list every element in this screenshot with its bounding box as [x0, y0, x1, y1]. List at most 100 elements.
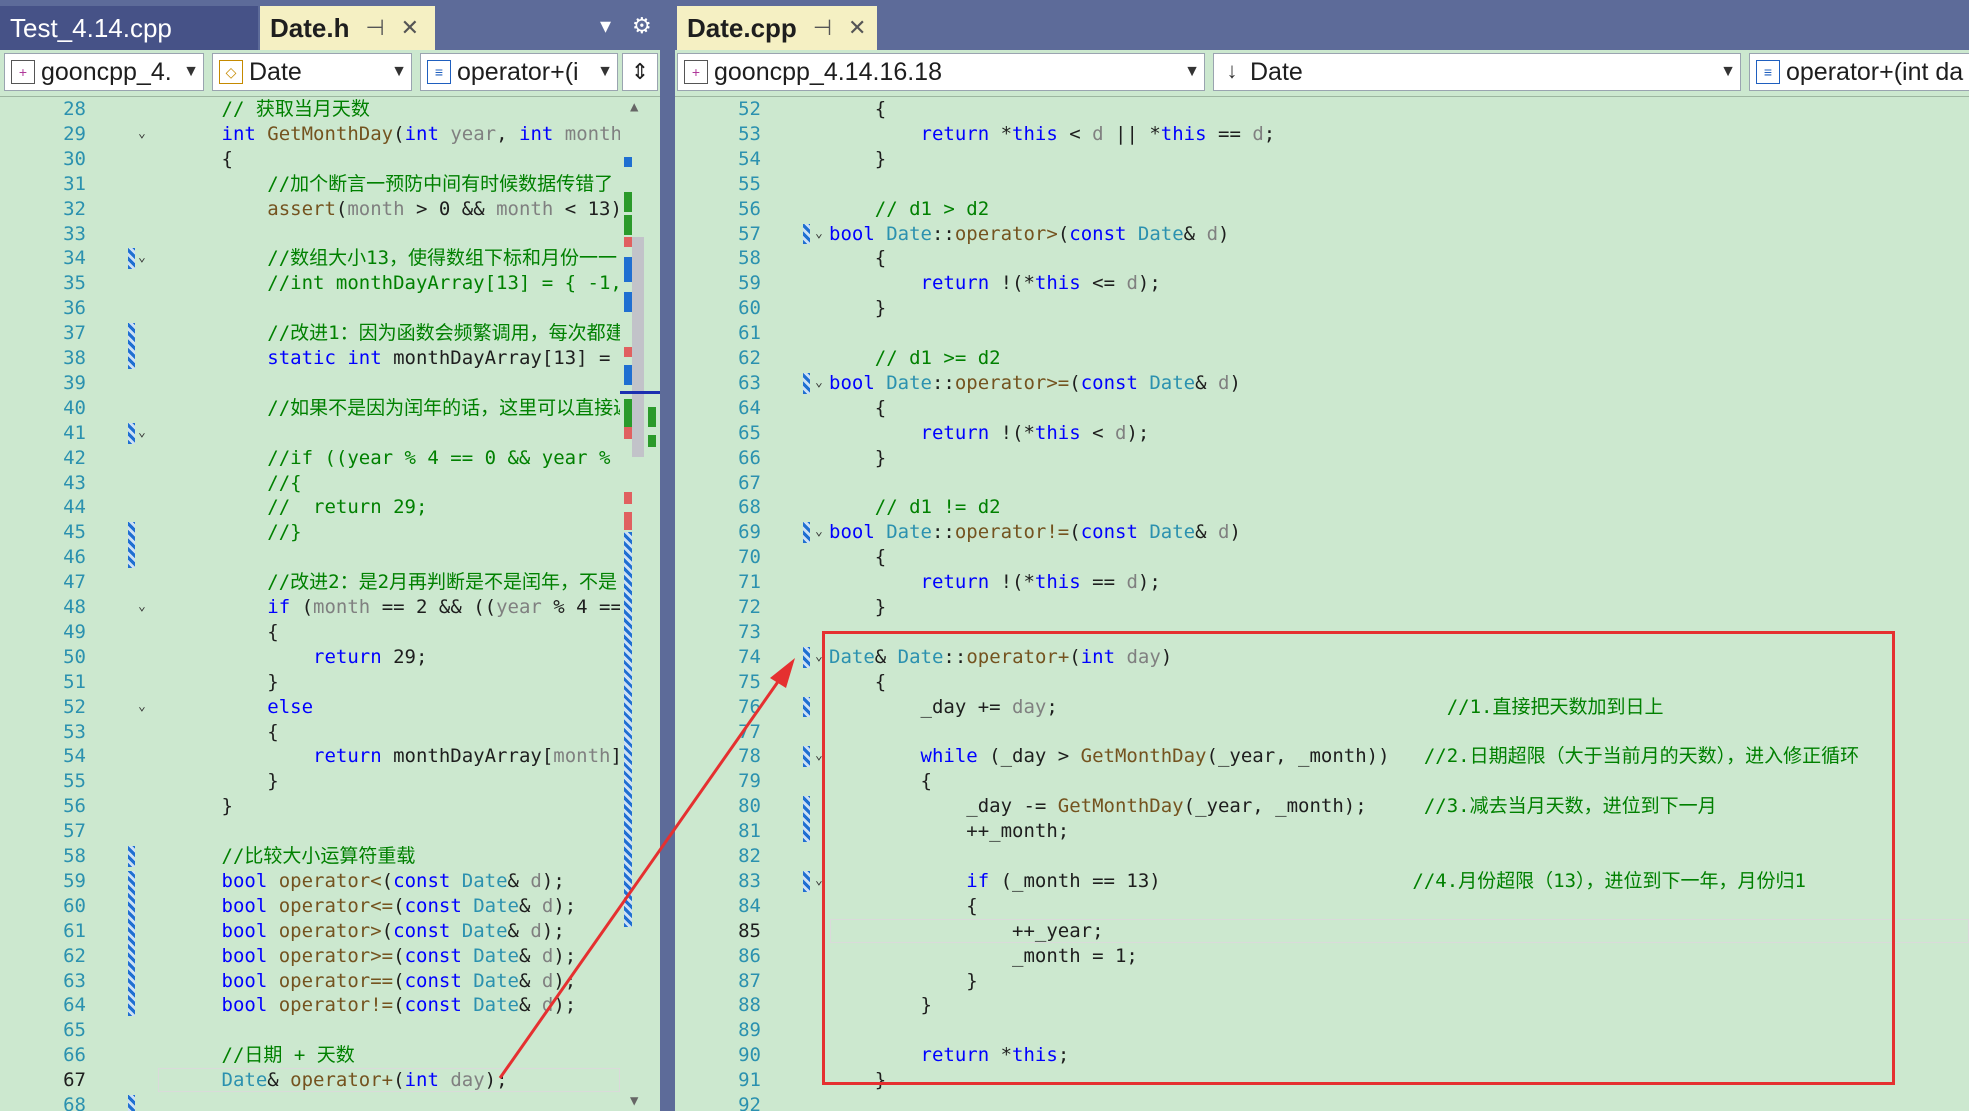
fold-toggle-icon[interactable]: ⌄: [138, 127, 150, 140]
code-line[interactable]: 55: [675, 172, 1969, 197]
code-line[interactable]: 64 {: [675, 396, 1969, 421]
gear-icon[interactable]: ⚙: [632, 14, 652, 39]
code-line[interactable]: 42 //if ((year % 4 == 0 && year % 1: [0, 446, 660, 471]
code-line[interactable]: 63 bool Date::operator>=(const Date& d): [675, 371, 1969, 396]
code-line[interactable]: 56 }: [0, 794, 660, 819]
code-line[interactable]: 34 //数组大小13，使得数组下标和月份一一: [0, 246, 660, 271]
code-line[interactable]: 53 {: [0, 720, 660, 745]
code-line[interactable]: 68: [0, 1093, 660, 1111]
member-dropdown[interactable]: ≡ operator+(int da: [1749, 53, 1969, 91]
code-line[interactable]: 92: [675, 1093, 1969, 1111]
code-line[interactable]: 46: [0, 545, 660, 570]
code-line[interactable]: 29 int GetMonthDay(int year, int month): [0, 122, 660, 147]
tab-date-h[interactable]: Date.h ⊣ ✕: [260, 6, 435, 50]
project-name: gooncpp_4.: [41, 57, 172, 86]
code-line[interactable]: 64 bool operator!=(const Date& d);: [0, 993, 660, 1018]
code-line[interactable]: 40 //如果不是因为闰年的话，这里可以直接返: [0, 396, 660, 421]
code-line[interactable]: 28 // 获取当月天数: [0, 97, 660, 122]
code-line[interactable]: 72 }: [675, 595, 1969, 620]
code-line[interactable]: 45 //}: [0, 520, 660, 545]
code-line[interactable]: 36: [0, 296, 660, 321]
scrollbar-thumb[interactable]: [632, 237, 644, 457]
tab-test-cpp[interactable]: Test_4.14.cpp: [0, 6, 258, 50]
code-line[interactable]: 52 else: [0, 695, 660, 720]
code-line[interactable]: 39: [0, 371, 660, 396]
code-line[interactable]: 31 //加个断言一预防中间有时候数据传错了: [0, 172, 660, 197]
code-line[interactable]: 60 bool operator<=(const Date& d);: [0, 894, 660, 919]
code-line[interactable]: 60 }: [675, 296, 1969, 321]
code-line[interactable]: 59 return !(*this <= d);: [675, 271, 1969, 296]
code-line[interactable]: 49 {: [0, 620, 660, 645]
code-line[interactable]: 50 return 29;: [0, 645, 660, 670]
code-line[interactable]: 44 // return 29;: [0, 495, 660, 520]
project-dropdown[interactable]: + gooncpp_4.14.16.18 ▼: [677, 53, 1205, 91]
code-line[interactable]: 54 return monthDayArray[month],: [0, 744, 660, 769]
code-line[interactable]: 47 //改进2：是2月再判断是不是闰年，不是: [0, 570, 660, 595]
code-line[interactable]: 71 return !(*this == d);: [675, 570, 1969, 595]
code-line[interactable]: 59 bool operator<(const Date& d);: [0, 869, 660, 894]
code-text: // return 29;: [130, 495, 427, 520]
split-window-button[interactable]: ⇕: [622, 53, 658, 91]
fold-toggle-icon[interactable]: ⌄: [138, 426, 150, 439]
vertical-scrollbar-left[interactable]: ▲ ▼: [620, 97, 660, 1111]
code-line[interactable]: 32 assert(month > 0 && month < 13);: [0, 197, 660, 222]
code-line[interactable]: 67: [675, 471, 1969, 496]
code-line[interactable]: 68 // d1 != d2: [675, 495, 1969, 520]
code-token: ): [1229, 371, 1241, 394]
code-line[interactable]: 43 //{: [0, 471, 660, 496]
scope-dropdown[interactable]: ◇ Date ▼: [212, 53, 412, 91]
code-line[interactable]: 52 {: [675, 97, 1969, 122]
code-line[interactable]: 65 return !(*this < d);: [675, 421, 1969, 446]
code-line[interactable]: 33: [0, 222, 660, 247]
close-icon[interactable]: ✕: [848, 15, 866, 41]
code-line[interactable]: 51 }: [0, 670, 660, 695]
code-line[interactable]: 57: [0, 819, 660, 844]
code-line[interactable]: 38 static int monthDayArray[13] = {: [0, 346, 660, 371]
code-line[interactable]: 58 {: [675, 246, 1969, 271]
code-line[interactable]: 61: [675, 321, 1969, 346]
code-line[interactable]: 30 {: [0, 147, 660, 172]
line-number: 89: [738, 1019, 761, 1042]
code-line[interactable]: 62 bool operator>=(const Date& d);: [0, 944, 660, 969]
fold-toggle-icon[interactable]: ⌄: [138, 700, 150, 713]
code-line[interactable]: 55 }: [0, 769, 660, 794]
code-line[interactable]: 69 bool Date::operator!=(const Date& d): [675, 520, 1969, 545]
code-line[interactable]: 65: [0, 1018, 660, 1043]
tab-dropdown-icon[interactable]: ▾: [600, 14, 611, 39]
code-text: //}: [130, 520, 301, 545]
pin-icon[interactable]: ⊣: [365, 15, 384, 41]
code-line[interactable]: 48 if (month == 2 && ((year % 4 ==: [0, 595, 660, 620]
fold-toggle-icon[interactable]: ⌄: [815, 227, 827, 240]
code-editor-left[interactable]: 28 // 获取当月天数 29 int GetMonthDay(int year,…: [0, 97, 660, 1111]
tab-date-cpp[interactable]: Date.cpp ⊣ ✕: [677, 6, 877, 50]
fold-toggle-icon[interactable]: ⌄: [138, 251, 150, 264]
fold-toggle-icon[interactable]: ⌄: [815, 376, 827, 389]
scope-dropdown[interactable]: ↓ Date ▼: [1213, 53, 1741, 91]
fold-toggle-icon[interactable]: ⌄: [815, 525, 827, 538]
line-number: 38: [63, 347, 86, 369]
close-icon[interactable]: ✕: [401, 15, 419, 41]
code-line[interactable]: 66 //日期 + 天数: [0, 1043, 660, 1068]
code-line[interactable]: 54 }: [675, 147, 1969, 172]
project-dropdown[interactable]: + gooncpp_4. ▼: [4, 53, 204, 91]
member-dropdown[interactable]: ≡ operator+(i ▼: [420, 53, 618, 91]
fold-toggle-icon[interactable]: ⌄: [138, 600, 150, 613]
line-number: 56: [738, 197, 761, 220]
code-line[interactable]: 41: [0, 421, 660, 446]
code-line[interactable]: 56 // d1 > d2: [675, 197, 1969, 222]
scroll-up-icon[interactable]: ▲: [630, 99, 638, 115]
pane-divider[interactable]: [660, 0, 675, 1111]
code-line[interactable]: 62 // d1 >= d2: [675, 346, 1969, 371]
code-line[interactable]: 63 bool operator==(const Date& d);: [0, 969, 660, 994]
code-line[interactable]: 61 bool operator>(const Date& d);: [0, 919, 660, 944]
code-line[interactable]: 53 return *this < d || *this == d;: [675, 122, 1969, 147]
scroll-down-icon[interactable]: ▼: [630, 1093, 638, 1109]
pin-icon[interactable]: ⊣: [813, 15, 832, 41]
code-line[interactable]: 66 }: [675, 446, 1969, 471]
code-line[interactable]: 37 //改进1：因为函数会频繁调用，每次都建: [0, 321, 660, 346]
code-line[interactable]: 70 {: [675, 545, 1969, 570]
code-line[interactable]: 35 //int monthDayArray[13] = { -1,: [0, 271, 660, 296]
code-line[interactable]: 58 //比较大小运算符重载: [0, 844, 660, 869]
code-token: bool: [130, 869, 279, 892]
code-line[interactable]: 57 bool Date::operator>(const Date& d): [675, 222, 1969, 247]
